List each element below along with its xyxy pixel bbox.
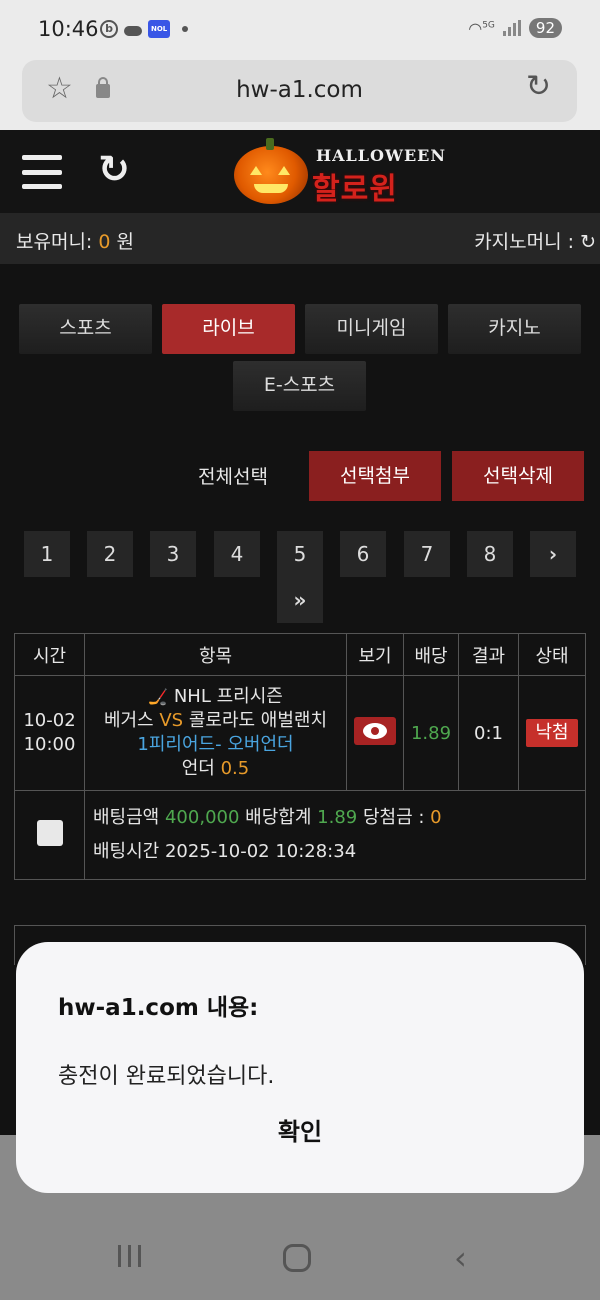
tab-esports[interactable]: E-스포츠 xyxy=(233,361,366,411)
menu-icon[interactable] xyxy=(22,155,62,189)
page-next-button[interactable]: › xyxy=(530,531,576,577)
header-status: 상태 xyxy=(518,633,586,676)
bet-summary-row: 배팅금액 400,000 배당합계 1.89 당첨금 : 0 배팅시간 2025… xyxy=(14,790,586,880)
pumpkin-logo xyxy=(234,138,308,204)
url-text[interactable]: hw-a1.com xyxy=(22,77,577,103)
refresh-icon[interactable]: ↻ xyxy=(98,150,130,188)
holding-value: 0 xyxy=(98,231,111,253)
b-app-icon: b xyxy=(100,20,118,38)
back-icon[interactable]: ‹ xyxy=(454,1242,467,1274)
page-5[interactable]: 5 xyxy=(277,531,323,577)
wifi-icon: ◠5G xyxy=(468,18,495,38)
market-name: 1피리어드- 오버언더 xyxy=(137,734,294,755)
dialog-title: hw-a1.com 내용: xyxy=(58,995,259,1021)
logo-text-kr: 할로윈 xyxy=(312,172,398,207)
hockey-icon: 🏒 xyxy=(148,687,169,706)
home-icon[interactable] xyxy=(283,1244,311,1272)
bet-checkbox[interactable] xyxy=(36,819,63,846)
reload-icon[interactable]: ↻ xyxy=(526,72,551,102)
status-time: 10:46 xyxy=(38,17,99,41)
status-badge: 낙첨 xyxy=(526,719,578,747)
bet-time-cell: 10-02 10:00 xyxy=(14,675,85,791)
header-odds: 배당 xyxy=(403,633,459,676)
battery-icon: 92 xyxy=(528,18,562,38)
cloud-icon xyxy=(124,26,142,36)
address-bar[interactable]: ☆ hw-a1.com ↻ xyxy=(22,60,577,122)
dialog-message: 충전이 완료되었습니다. xyxy=(58,1064,275,1089)
page-4[interactable]: 4 xyxy=(214,531,260,577)
header-time: 시간 xyxy=(14,633,85,676)
alert-dialog: hw-a1.com 내용: 충전이 완료되었습니다. 확인 xyxy=(16,942,584,1193)
odds-value: 1.89 xyxy=(403,675,459,791)
page-3[interactable]: 3 xyxy=(150,531,196,577)
status-cell: 낙첨 xyxy=(518,675,586,791)
bet-summary: 배팅금액 400,000 배당합계 1.89 당첨금 : 0 배팅시간 2025… xyxy=(84,790,586,880)
away-team: 콜로라도 애벌랜치 xyxy=(188,710,328,731)
bet-datetime: 2025-10-02 10:28:34 xyxy=(164,841,357,862)
delete-selected-button[interactable]: 선택삭제 xyxy=(452,451,584,501)
header-item: 항목 xyxy=(84,633,347,676)
bet-time: 10:00 xyxy=(23,734,76,755)
dot-icon xyxy=(182,26,189,32)
win-label: 당첨금 : xyxy=(362,807,425,828)
page-1[interactable]: 1 xyxy=(24,531,70,577)
ok-button[interactable]: 확인 xyxy=(16,1112,584,1147)
tab-sports[interactable]: 스포츠 xyxy=(19,304,152,354)
signal-icon xyxy=(502,20,521,36)
table-header-row: 시간 항목 보기 배당 결과 상태 xyxy=(14,633,586,676)
view-cell xyxy=(346,675,404,791)
site-logo[interactable]: HALLOWEEN 할로윈 xyxy=(232,138,445,210)
page-last-button[interactable]: » xyxy=(277,577,323,623)
status-bar: 10:46 b NOL ◠5G 92 xyxy=(0,0,600,60)
bet-amount: 400,000 xyxy=(164,807,240,828)
recents-icon[interactable] xyxy=(118,1245,141,1267)
system-nav-bar: ‹ xyxy=(0,1210,600,1300)
holding-money: 보유머니: 0 원 xyxy=(16,227,134,254)
holding-label: 보유머니: xyxy=(16,231,93,253)
odds-total: 1.89 xyxy=(317,807,358,828)
logo-text-en: HALLOWEEN xyxy=(316,146,446,165)
site-header: ↻ HALLOWEEN 할로윈 xyxy=(0,130,600,213)
checkbox-cell xyxy=(14,790,85,880)
casino-label: 카지노머니 : xyxy=(474,231,575,253)
vs-label: VS xyxy=(159,710,184,731)
status-left-icons: b NOL xyxy=(100,20,189,38)
money-bar: 보유머니: 0 원 카지노머니 : ↻ xyxy=(0,213,600,264)
bet-date: 10-02 xyxy=(23,710,76,731)
tab-live[interactable]: 라이브 xyxy=(162,304,295,354)
bet-amount-label: 배팅금액 xyxy=(93,807,160,828)
casino-money: 카지노머니 : ↻ xyxy=(474,227,596,254)
home-team: 베거스 xyxy=(103,710,154,731)
bet-time-label: 배팅시간 xyxy=(93,841,160,862)
match-cell: 🏒 NHL 프리시즌 베거스 VS 콜로라도 애벌랜치 1피리어드- 오버언더 … xyxy=(84,675,347,791)
tab-casino[interactable]: 카지노 xyxy=(448,304,581,354)
result-value: 0:1 xyxy=(458,675,519,791)
odds-total-label: 배당합계 xyxy=(245,807,312,828)
league-name: NHL 프리시즌 xyxy=(173,686,283,707)
header-view: 보기 xyxy=(346,633,404,676)
table-row: 10-02 10:00 🏒 NHL 프리시즌 베거스 VS 콜로라도 애벌랜치 … xyxy=(14,675,586,791)
select-all-button[interactable]: 전체선택 xyxy=(198,462,268,489)
wifi-label: 5G xyxy=(482,20,495,31)
pick-name: 언더 xyxy=(181,758,215,779)
bet-table: 시간 항목 보기 배당 결과 상태 10-02 10:00 🏒 NHL 프리시즌… xyxy=(14,633,586,880)
browser-toolbar: ☆ hw-a1.com ↻ xyxy=(0,60,600,130)
page-8[interactable]: 8 xyxy=(467,531,513,577)
win-amount: 0 xyxy=(430,807,442,828)
pick-line: 0.5 xyxy=(220,758,250,779)
attach-selected-button[interactable]: 선택첨부 xyxy=(309,451,441,501)
header-result: 결과 xyxy=(458,633,519,676)
status-right-icons: ◠5G 92 xyxy=(468,18,562,38)
page-2[interactable]: 2 xyxy=(87,531,133,577)
tab-minigame[interactable]: 미니게임 xyxy=(305,304,438,354)
page-7[interactable]: 7 xyxy=(404,531,450,577)
casino-refresh-icon[interactable]: ↻ xyxy=(580,231,596,253)
eye-icon[interactable] xyxy=(354,716,396,745)
nol-icon: NOL xyxy=(148,20,171,38)
holding-unit: 원 xyxy=(116,231,134,253)
page-6[interactable]: 6 xyxy=(340,531,386,577)
